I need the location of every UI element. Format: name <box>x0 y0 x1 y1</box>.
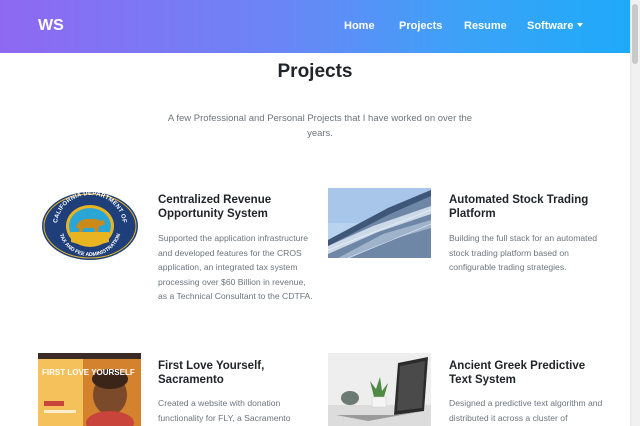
scrollbar-thumb[interactable] <box>632 4 638 64</box>
nav-home-link[interactable]: Home <box>344 20 375 32</box>
project-description: Designed a predictive text algorithm and… <box>449 398 603 423</box>
project-description: Supported the application infrastructure… <box>158 233 313 301</box>
project-stock-image[interactable] <box>328 188 431 258</box>
fly-website-photo: FIRST LOVE YOURSELF <box>38 353 141 426</box>
nav-projects-link[interactable]: Projects <box>399 20 442 32</box>
page-subtitle: A few Professional and Personal Projects… <box>167 113 473 139</box>
project-title[interactable]: Centralized Revenue Opportunity System <box>158 193 298 221</box>
fly-image-text: FIRST LOVE YOURSELF <box>42 368 135 377</box>
nav-software-dropdown[interactable]: Software <box>527 20 584 32</box>
project-title[interactable]: Automated Stock Trading Platform <box>449 193 589 221</box>
caret-down-icon <box>577 23 584 27</box>
nav-resume-link[interactable]: Resume <box>464 20 507 32</box>
top-navbar: WS Home Projects Resume Software <box>0 0 630 53</box>
project-title[interactable]: First Love Yourself, Sacramento <box>158 359 308 387</box>
project-cdtfa-logo[interactable]: CALIFORNIA DEPARTMENT OF TAX AND FEE ADM… <box>38 188 142 260</box>
cdtfa-seal-image: CALIFORNIA DEPARTMENT OF TAX AND FEE ADM… <box>42 191 138 260</box>
nav-software-label: Software <box>527 20 574 32</box>
project-description: Created a website with donation function… <box>158 398 291 423</box>
project-description: Building the full stack for an automated… <box>449 233 598 272</box>
project-title[interactable]: Ancient Greek Predictive Text System <box>449 359 609 387</box>
building-photo <box>328 188 431 258</box>
project-fly-image[interactable]: FIRST LOVE YOURSELF <box>38 353 141 426</box>
brand-logo[interactable]: WS <box>38 17 64 35</box>
laptop-desk-photo <box>328 353 431 426</box>
project-greek-image[interactable] <box>328 353 431 426</box>
page-title: Projects <box>277 61 353 82</box>
